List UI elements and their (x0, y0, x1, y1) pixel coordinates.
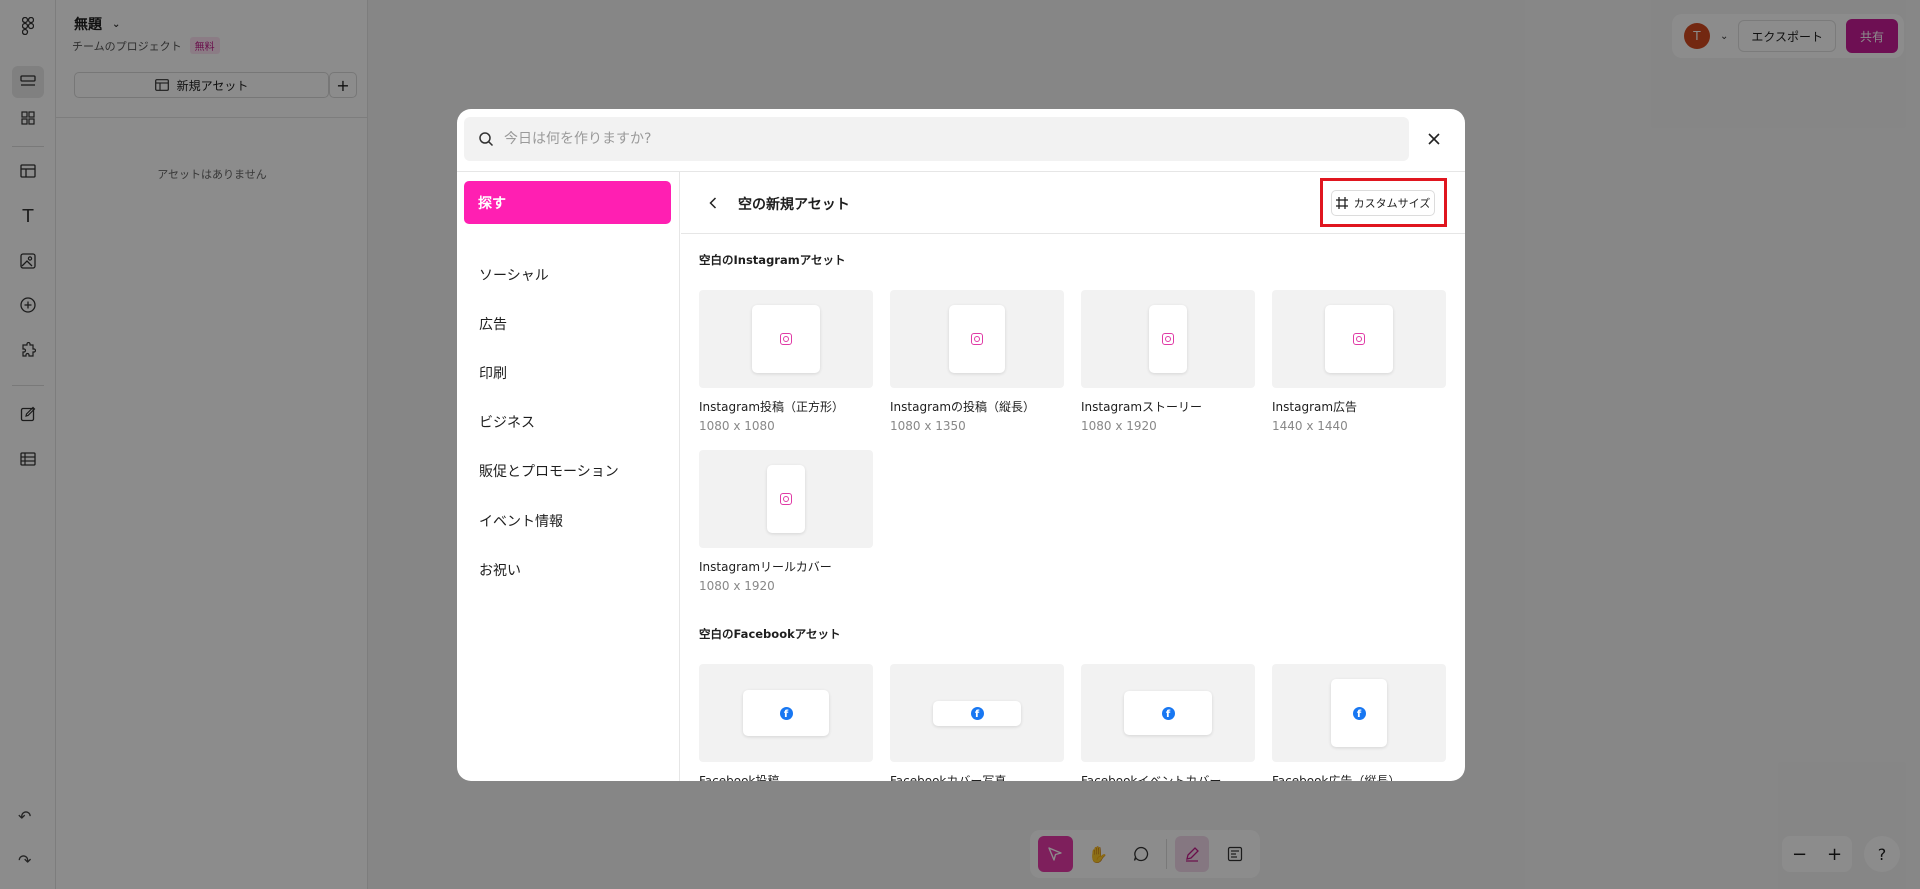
asset-thumbnail: f (699, 664, 873, 762)
asset-frame: f (743, 690, 829, 736)
asset-card[interactable]: Instagramストーリー 1080 x 1920 (1081, 290, 1255, 433)
asset-size: 1080 x 1080 (699, 419, 775, 433)
asset-thumbnail (699, 450, 873, 548)
sidebar-item-celebration[interactable]: お祝い (479, 560, 521, 580)
asset-name: Facebook広告（縦長） (1272, 774, 1401, 781)
sidebar-item-business[interactable]: ビジネス (479, 412, 535, 432)
section-title-instagram: 空白のInstagramアセット (699, 253, 846, 267)
highlight-box (1320, 178, 1447, 227)
content-header: 空の新規アセット カスタムサイズ (681, 172, 1465, 234)
asset-size: 1080 x 1920 (1081, 419, 1157, 433)
asset-frame (1149, 305, 1187, 373)
instagram-icon (780, 333, 792, 345)
facebook-icon: f (1352, 706, 1366, 720)
asset-thumbnail (1272, 290, 1446, 388)
instagram-icon (1353, 333, 1365, 345)
asset-card[interactable]: Instagram広告 1440 x 1440 (1272, 290, 1446, 433)
section-title-facebook: 空白のFacebookアセット (699, 627, 841, 641)
sidebar-item-events[interactable]: イベント情報 (479, 511, 563, 531)
asset-frame: f (1124, 691, 1212, 735)
close-icon[interactable] (1420, 125, 1448, 153)
asset-card[interactable]: f Facebook投稿 (699, 664, 873, 781)
asset-name: Instagramストーリー (1081, 400, 1203, 414)
asset-size: 1440 x 1440 (1272, 419, 1348, 433)
asset-frame (752, 305, 820, 373)
asset-thumbnail (1081, 290, 1255, 388)
asset-frame (1325, 305, 1393, 373)
asset-name: Facebookイベントカバー (1081, 774, 1222, 781)
category-sidebar: 探す ソーシャル 広告 印刷 ビジネス 販促とプロモーション イベント情報 お祝… (457, 172, 680, 781)
instagram-icon (1162, 333, 1174, 345)
content-title: 空の新規アセット (738, 197, 850, 213)
asset-size: 1080 x 1350 (890, 419, 966, 433)
asset-name: Instagramリールカバー (699, 560, 832, 574)
asset-card[interactable]: Instagramの投稿（縦長） 1080 x 1350 (890, 290, 1064, 433)
search-icon (479, 132, 494, 147)
asset-frame (949, 305, 1005, 373)
search-input[interactable] (504, 131, 1384, 147)
back-chevron-icon[interactable] (703, 192, 723, 214)
asset-content: 空の新規アセット カスタムサイズ 空白のInstagramアセット Instag… (681, 172, 1465, 781)
facebook-icon: f (1161, 706, 1175, 720)
asset-thumbnail: f (1272, 664, 1446, 762)
sidebar-item-promotion[interactable]: 販促とプロモーション (479, 461, 619, 481)
instagram-icon (971, 333, 983, 345)
asset-size: 1080 x 1920 (699, 579, 775, 593)
asset-frame: f (933, 701, 1021, 726)
asset-name: Instagram投稿（正方形） (699, 400, 845, 414)
asset-thumbnail: f (890, 664, 1064, 762)
asset-card[interactable]: f Facebook広告（縦長） (1272, 664, 1446, 781)
asset-card[interactable]: Instagram投稿（正方形） 1080 x 1080 (699, 290, 873, 433)
new-asset-modal: 探す ソーシャル 広告 印刷 ビジネス 販促とプロモーション イベント情報 お祝… (457, 109, 1465, 781)
asset-name: Instagramの投稿（縦長） (890, 400, 1036, 414)
facebook-icon: f (970, 707, 984, 720)
asset-card[interactable]: f Facebookイベントカバー (1081, 664, 1255, 781)
asset-thumbnail (699, 290, 873, 388)
facebook-icon: f (779, 706, 793, 720)
asset-frame: f (1331, 679, 1387, 747)
sidebar-item-social[interactable]: ソーシャル (479, 265, 549, 285)
asset-thumbnail (890, 290, 1064, 388)
asset-name: Instagram広告 (1272, 400, 1358, 414)
search-bar (464, 117, 1409, 161)
asset-card[interactable]: Instagramリールカバー 1080 x 1920 (699, 450, 873, 593)
asset-name: Facebook投稿 (699, 774, 780, 781)
instagram-icon (780, 493, 792, 505)
sidebar-item-print[interactable]: 印刷 (479, 363, 507, 383)
asset-frame (767, 465, 805, 533)
sidebar-item-explore[interactable]: 探す (464, 181, 671, 224)
sidebar-item-ads[interactable]: 広告 (479, 314, 507, 334)
asset-name: Facebookカバー写真 (890, 774, 1007, 781)
asset-card[interactable]: f Facebookカバー写真 (890, 664, 1064, 781)
asset-thumbnail: f (1081, 664, 1255, 762)
